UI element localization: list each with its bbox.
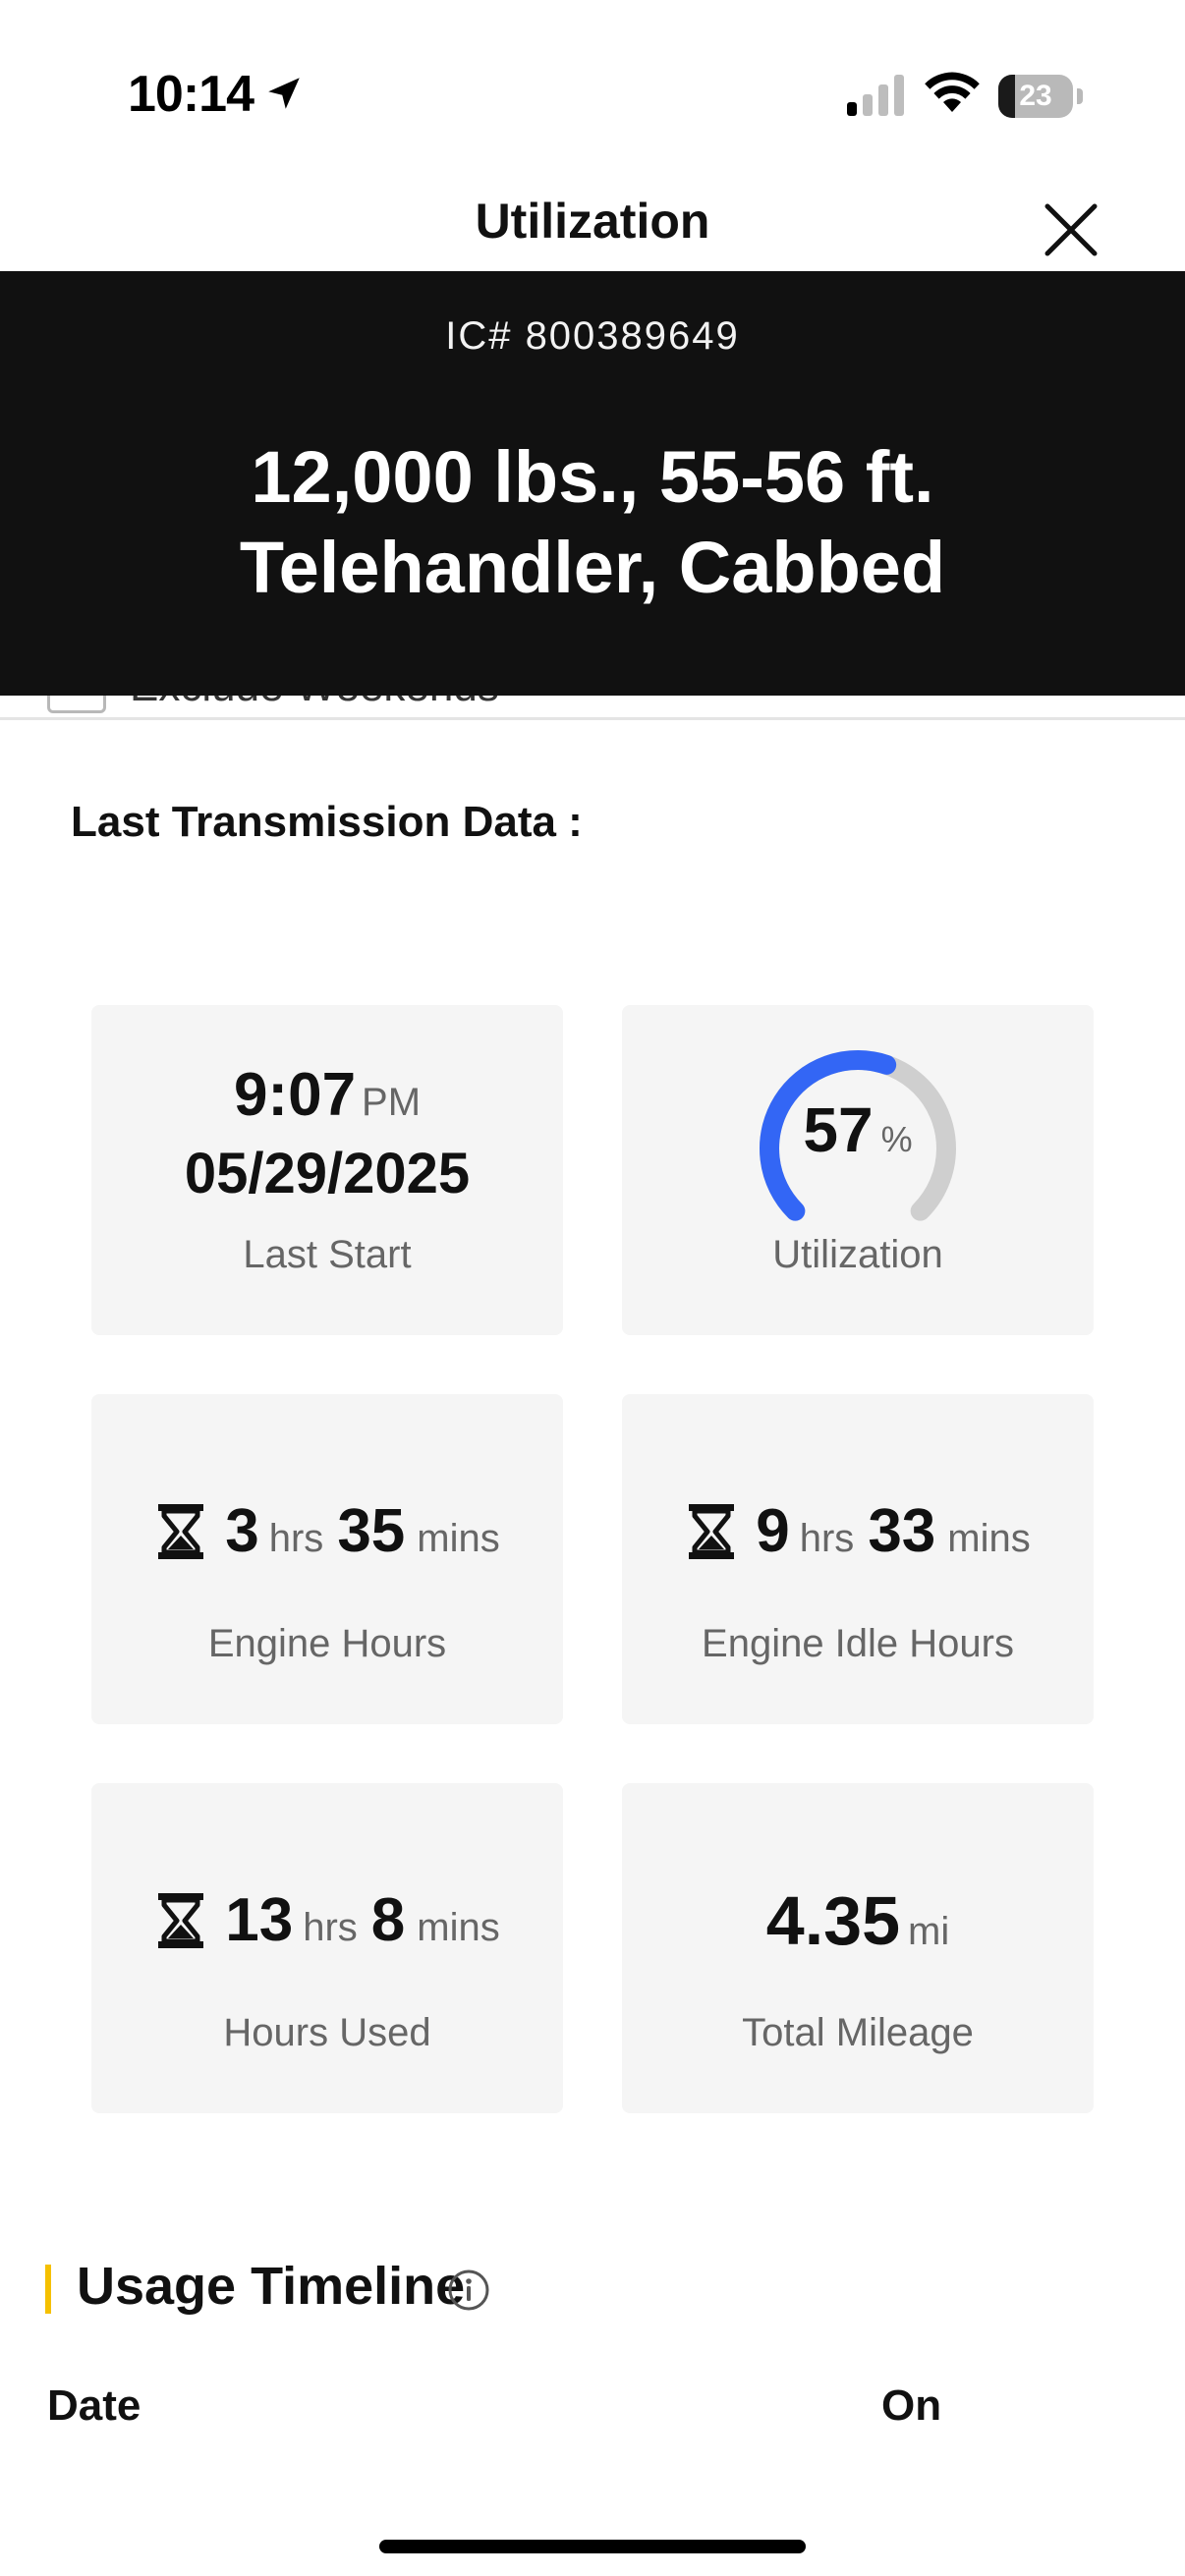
engine-hours-mins-unit: mins [417, 1517, 500, 1560]
close-icon[interactable] [1036, 196, 1104, 265]
equipment-title: 12,000 lbs., 55-56 ft. Telehandler, Cabb… [239, 436, 946, 608]
hours-used-card: 13 hrs 8 mins Hours Used [91, 1783, 563, 2113]
engine-hours-value-row: 3 hrs 35 mins [91, 1496, 563, 1566]
engine-idle-hours-hours: 9 [756, 1497, 790, 1565]
status-time: 10:14 [128, 66, 254, 123]
column-header-date[interactable]: Date [47, 2381, 141, 2431]
hours-used-hours-unit: hrs [303, 1906, 358, 1949]
last-start-time: 9:07 [233, 1061, 357, 1129]
hours-used-value-row: 13 hrs 8 mins [91, 1885, 563, 1955]
equipment-header: IC# 800389649 12,000 lbs., 55-56 ft. Tel… [0, 271, 1185, 696]
info-icon[interactable] [446, 2268, 491, 2313]
total-mileage-card: 4.35 mi Total Mileage [622, 1783, 1094, 2113]
hours-used-mins-unit: mins [417, 1906, 500, 1949]
hourglass-icon [158, 1504, 204, 1559]
hourglass-icon [689, 1504, 735, 1559]
engine-hours-hours: 3 [225, 1497, 259, 1565]
total-mileage-unit: mi [908, 1910, 950, 1953]
engine-hours-card: 3 hrs 35 mins Engine Hours [91, 1394, 563, 1724]
hours-used-label: Hours Used [223, 2011, 431, 2054]
engine-hours-label: Engine Hours [207, 1622, 447, 1665]
wifi-icon [925, 72, 980, 112]
cell-signal-icon [847, 75, 904, 116]
last-start-label: Last Start [243, 1233, 412, 1276]
timeline-accent-bar [45, 2265, 51, 2314]
engine-idle-hours-mins-unit: mins [947, 1517, 1031, 1560]
total-mileage-value: 4.35 [765, 1882, 901, 1959]
engine-idle-hours-value-row: 9 hrs 33 mins [622, 1496, 1094, 1566]
utilization-unit: % [880, 1119, 913, 1159]
last-start-date: 05/29/2025 [184, 1142, 471, 1205]
location-arrow-icon [268, 78, 300, 109]
engine-hours-mins: 35 [337, 1497, 406, 1565]
engine-hours-hours-unit: hrs [268, 1517, 324, 1560]
ic-number: IC# 800389649 [445, 314, 740, 358]
engine-idle-hours-card: 9 hrs 33 mins Engine Idle Hours [622, 1394, 1094, 1724]
last-start-card: 9:07 PM 05/29/2025 Last Start [91, 1005, 563, 1335]
utilization-value-row: 57% [750, 1093, 966, 1166]
battery-indicator: 23 [998, 75, 1083, 118]
home-indicator[interactable] [379, 2540, 806, 2553]
status-bar: 10:14 23 [0, 0, 1185, 167]
total-mileage-value-row: 4.35 mi [622, 1881, 1094, 1960]
utilization-card: 57% Utilization [622, 1005, 1094, 1335]
page-title: Utilization [475, 194, 710, 249]
divider [0, 717, 1185, 720]
last-start-time-row: 9:07 PM [91, 1060, 563, 1130]
last-start-meridiem: PM [362, 1081, 422, 1124]
engine-idle-hours-label: Engine Idle Hours [702, 1622, 1014, 1665]
column-header-on[interactable]: On [881, 2381, 941, 2431]
engine-idle-hours-hours-unit: hrs [799, 1517, 855, 1560]
last-transmission-label: Last Transmission Data : [71, 798, 583, 846]
usage-timeline-title: Usage Timeline [77, 2257, 466, 2316]
total-mileage-label: Total Mileage [742, 2011, 974, 2054]
engine-idle-hours-mins: 33 [868, 1497, 936, 1565]
hours-used-mins: 8 [370, 1886, 406, 1954]
battery-level: 23 [1019, 80, 1052, 112]
utilization-label: Utilization [772, 1233, 943, 1276]
utilization-value: 57 [803, 1094, 874, 1165]
hours-used-hours: 13 [225, 1886, 294, 1954]
hourglass-icon [158, 1893, 204, 1948]
